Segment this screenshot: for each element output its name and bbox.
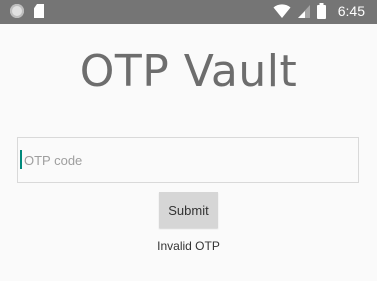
status-bar-left — [10, 4, 44, 18]
app-title: OTP Vault — [79, 46, 298, 97]
cell-signal-icon — [297, 5, 310, 18]
battery-icon — [316, 3, 326, 19]
otp-error-message: Invalid OTP — [157, 239, 220, 253]
submit-button[interactable]: Submit — [159, 192, 218, 228]
status-time: 6:45 — [337, 3, 365, 19]
status-bar-right: 6:45 — [273, 3, 365, 19]
text-cursor — [20, 150, 22, 169]
otp-code-input[interactable] — [17, 137, 359, 183]
circle-icon — [10, 4, 24, 18]
status-bar: 6:45 — [0, 0, 377, 24]
sd-card-icon — [34, 4, 44, 18]
app-screen: 6:45 OTP Vault Submit Invalid OTP — [0, 0, 377, 281]
wifi-icon — [273, 4, 291, 18]
